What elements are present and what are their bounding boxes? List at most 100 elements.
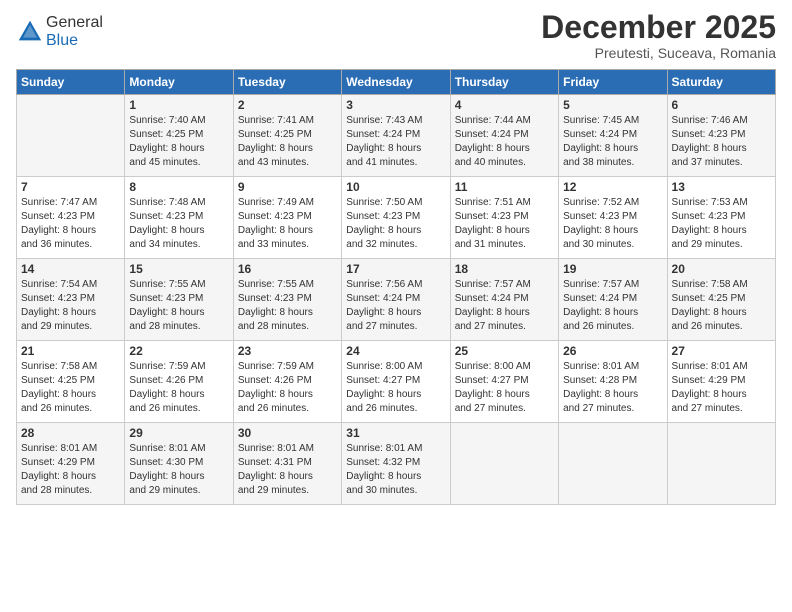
cell-info: Sunrise: 7:44 AM Sunset: 4:24 PM Dayligh… bbox=[455, 114, 554, 170]
calendar-cell: 2Sunrise: 7:41 AM Sunset: 4:25 PM Daylig… bbox=[233, 95, 341, 177]
calendar-cell bbox=[17, 95, 125, 177]
week-row-3: 21 Sunrise: 7:58 AM Sunset: 4:25 PM Dayli… bbox=[17, 341, 776, 423]
calendar-cell: 30 Sunrise: 8:01 AM Sunset: 4:31 PM Dayli… bbox=[233, 423, 341, 505]
calendar-cell bbox=[559, 423, 667, 505]
cell-info: Sunrise: 8:00 AM Sunset: 4:27 PM Dayligh… bbox=[455, 360, 554, 416]
calendar-body: 1Sunrise: 7:40 AM Sunset: 4:25 PM Daylig… bbox=[17, 95, 776, 505]
calendar-cell: 10 Sunrise: 7:50 AM Sunset: 4:23 PM Dayli… bbox=[342, 177, 450, 259]
cell-info: Sunrise: 8:01 AM Sunset: 4:30 PM Dayligh… bbox=[129, 442, 228, 498]
calendar-cell: 24 Sunrise: 8:00 AM Sunset: 4:27 PM Dayli… bbox=[342, 341, 450, 423]
cell-info: Sunrise: 7:56 AM Sunset: 4:24 PM Dayligh… bbox=[346, 278, 445, 334]
title-block: December 2025 Preutesti, Suceava, Romani… bbox=[541, 10, 776, 61]
calendar-cell: 27Sunrise: 8:01 AM Sunset: 4:29 PM Dayli… bbox=[667, 341, 775, 423]
cell-info: Sunrise: 7:59 AM Sunset: 4:26 PM Dayligh… bbox=[129, 360, 228, 416]
day-number: 27 bbox=[672, 344, 771, 358]
cell-info: Sunrise: 7:51 AM Sunset: 4:23 PM Dayligh… bbox=[455, 196, 554, 252]
day-header-friday: Friday bbox=[559, 70, 667, 95]
cell-info: Sunrise: 7:47 AM Sunset: 4:23 PM Dayligh… bbox=[21, 196, 120, 252]
day-number: 25 bbox=[455, 344, 554, 358]
day-number: 30 bbox=[238, 426, 337, 440]
calendar-cell: 11Sunrise: 7:51 AM Sunset: 4:23 PM Dayli… bbox=[450, 177, 558, 259]
day-number: 31 bbox=[346, 426, 445, 440]
calendar-cell: 4 Sunrise: 7:44 AM Sunset: 4:24 PM Daylig… bbox=[450, 95, 558, 177]
day-header-thursday: Thursday bbox=[450, 70, 558, 95]
week-row-4: 28Sunrise: 8:01 AM Sunset: 4:29 PM Dayli… bbox=[17, 423, 776, 505]
calendar-cell: 7 Sunrise: 7:47 AM Sunset: 4:23 PM Daylig… bbox=[17, 177, 125, 259]
day-number: 29 bbox=[129, 426, 228, 440]
days-header-row: SundayMondayTuesdayWednesdayThursdayFrid… bbox=[17, 70, 776, 95]
calendar-cell: 18 Sunrise: 7:57 AM Sunset: 4:24 PM Dayli… bbox=[450, 259, 558, 341]
day-number: 18 bbox=[455, 262, 554, 276]
cell-info: Sunrise: 7:49 AM Sunset: 4:23 PM Dayligh… bbox=[238, 196, 337, 252]
header: General Blue December 2025 Preutesti, Su… bbox=[16, 10, 776, 61]
day-number: 16 bbox=[238, 262, 337, 276]
cell-info: Sunrise: 7:45 AM Sunset: 4:24 PM Dayligh… bbox=[563, 114, 662, 170]
day-number: 10 bbox=[346, 180, 445, 194]
calendar-cell: 5 Sunrise: 7:45 AM Sunset: 4:24 PM Daylig… bbox=[559, 95, 667, 177]
calendar-cell: 15 Sunrise: 7:55 AM Sunset: 4:23 PM Dayli… bbox=[125, 259, 233, 341]
day-number: 12 bbox=[563, 180, 662, 194]
calendar-table: SundayMondayTuesdayWednesdayThursdayFrid… bbox=[16, 69, 776, 505]
day-number: 4 bbox=[455, 98, 554, 112]
logo-blue-text: Blue bbox=[46, 32, 78, 49]
day-number: 21 bbox=[21, 344, 120, 358]
day-number: 26 bbox=[563, 344, 662, 358]
day-number: 8 bbox=[129, 180, 228, 194]
day-number: 24 bbox=[346, 344, 445, 358]
cell-info: Sunrise: 7:57 AM Sunset: 4:24 PM Dayligh… bbox=[455, 278, 554, 334]
day-number: 20 bbox=[672, 262, 771, 276]
day-number: 13 bbox=[672, 180, 771, 194]
day-header-tuesday: Tuesday bbox=[233, 70, 341, 95]
subtitle: Preutesti, Suceava, Romania bbox=[541, 45, 776, 61]
cell-info: Sunrise: 7:57 AM Sunset: 4:24 PM Dayligh… bbox=[563, 278, 662, 334]
calendar-cell: 16Sunrise: 7:55 AM Sunset: 4:23 PM Dayli… bbox=[233, 259, 341, 341]
day-number: 7 bbox=[21, 180, 120, 194]
calendar-cell: 12 Sunrise: 7:52 AM Sunset: 4:23 PM Dayli… bbox=[559, 177, 667, 259]
calendar-cell bbox=[450, 423, 558, 505]
calendar-cell: 29 Sunrise: 8:01 AM Sunset: 4:30 PM Dayli… bbox=[125, 423, 233, 505]
cell-info: Sunrise: 7:58 AM Sunset: 4:25 PM Dayligh… bbox=[21, 360, 120, 416]
cell-info: Sunrise: 7:53 AM Sunset: 4:23 PM Dayligh… bbox=[672, 196, 771, 252]
calendar-cell: 9 Sunrise: 7:49 AM Sunset: 4:23 PM Daylig… bbox=[233, 177, 341, 259]
cell-info: Sunrise: 7:59 AM Sunset: 4:26 PM Dayligh… bbox=[238, 360, 337, 416]
cell-info: Sunrise: 8:01 AM Sunset: 4:29 PM Dayligh… bbox=[21, 442, 120, 498]
cell-info: Sunrise: 7:52 AM Sunset: 4:23 PM Dayligh… bbox=[563, 196, 662, 252]
cell-info: Sunrise: 7:50 AM Sunset: 4:23 PM Dayligh… bbox=[346, 196, 445, 252]
cell-info: Sunrise: 8:00 AM Sunset: 4:27 PM Dayligh… bbox=[346, 360, 445, 416]
day-number: 19 bbox=[563, 262, 662, 276]
day-number: 2 bbox=[238, 98, 337, 112]
day-number: 1 bbox=[129, 98, 228, 112]
logo: General Blue bbox=[16, 14, 103, 50]
calendar-cell: 19 Sunrise: 7:57 AM Sunset: 4:24 PM Dayli… bbox=[559, 259, 667, 341]
day-number: 23 bbox=[238, 344, 337, 358]
calendar-cell: 25 Sunrise: 8:00 AM Sunset: 4:27 PM Dayli… bbox=[450, 341, 558, 423]
day-number: 17 bbox=[346, 262, 445, 276]
calendar-cell: 28Sunrise: 8:01 AM Sunset: 4:29 PM Dayli… bbox=[17, 423, 125, 505]
day-number: 5 bbox=[563, 98, 662, 112]
calendar-cell: 23 Sunrise: 7:59 AM Sunset: 4:26 PM Dayli… bbox=[233, 341, 341, 423]
month-title: December 2025 bbox=[541, 10, 776, 45]
calendar-cell: 14 Sunrise: 7:54 AM Sunset: 4:23 PM Dayli… bbox=[17, 259, 125, 341]
cell-info: Sunrise: 7:58 AM Sunset: 4:25 PM Dayligh… bbox=[672, 278, 771, 334]
week-row-1: 7 Sunrise: 7:47 AM Sunset: 4:23 PM Daylig… bbox=[17, 177, 776, 259]
day-number: 15 bbox=[129, 262, 228, 276]
day-header-sunday: Sunday bbox=[17, 70, 125, 95]
calendar-cell: 21 Sunrise: 7:58 AM Sunset: 4:25 PM Dayli… bbox=[17, 341, 125, 423]
cell-info: Sunrise: 7:48 AM Sunset: 4:23 PM Dayligh… bbox=[129, 196, 228, 252]
calendar-cell: 20 Sunrise: 7:58 AM Sunset: 4:25 PM Dayli… bbox=[667, 259, 775, 341]
calendar-cell: 8 Sunrise: 7:48 AM Sunset: 4:23 PM Daylig… bbox=[125, 177, 233, 259]
cell-info: Sunrise: 7:46 AM Sunset: 4:23 PM Dayligh… bbox=[672, 114, 771, 170]
calendar-cell: 31 Sunrise: 8:01 AM Sunset: 4:32 PM Dayli… bbox=[342, 423, 450, 505]
day-header-wednesday: Wednesday bbox=[342, 70, 450, 95]
cell-info: Sunrise: 7:55 AM Sunset: 4:23 PM Dayligh… bbox=[129, 278, 228, 334]
logo-general-text: General bbox=[46, 14, 103, 31]
day-header-monday: Monday bbox=[125, 70, 233, 95]
page-container: General Blue December 2025 Preutesti, Su… bbox=[0, 0, 792, 515]
logo-icon bbox=[16, 18, 44, 46]
day-number: 14 bbox=[21, 262, 120, 276]
day-number: 3 bbox=[346, 98, 445, 112]
day-number: 9 bbox=[238, 180, 337, 194]
cell-info: Sunrise: 8:01 AM Sunset: 4:31 PM Dayligh… bbox=[238, 442, 337, 498]
cell-info: Sunrise: 7:54 AM Sunset: 4:23 PM Dayligh… bbox=[21, 278, 120, 334]
cell-info: Sunrise: 8:01 AM Sunset: 4:32 PM Dayligh… bbox=[346, 442, 445, 498]
